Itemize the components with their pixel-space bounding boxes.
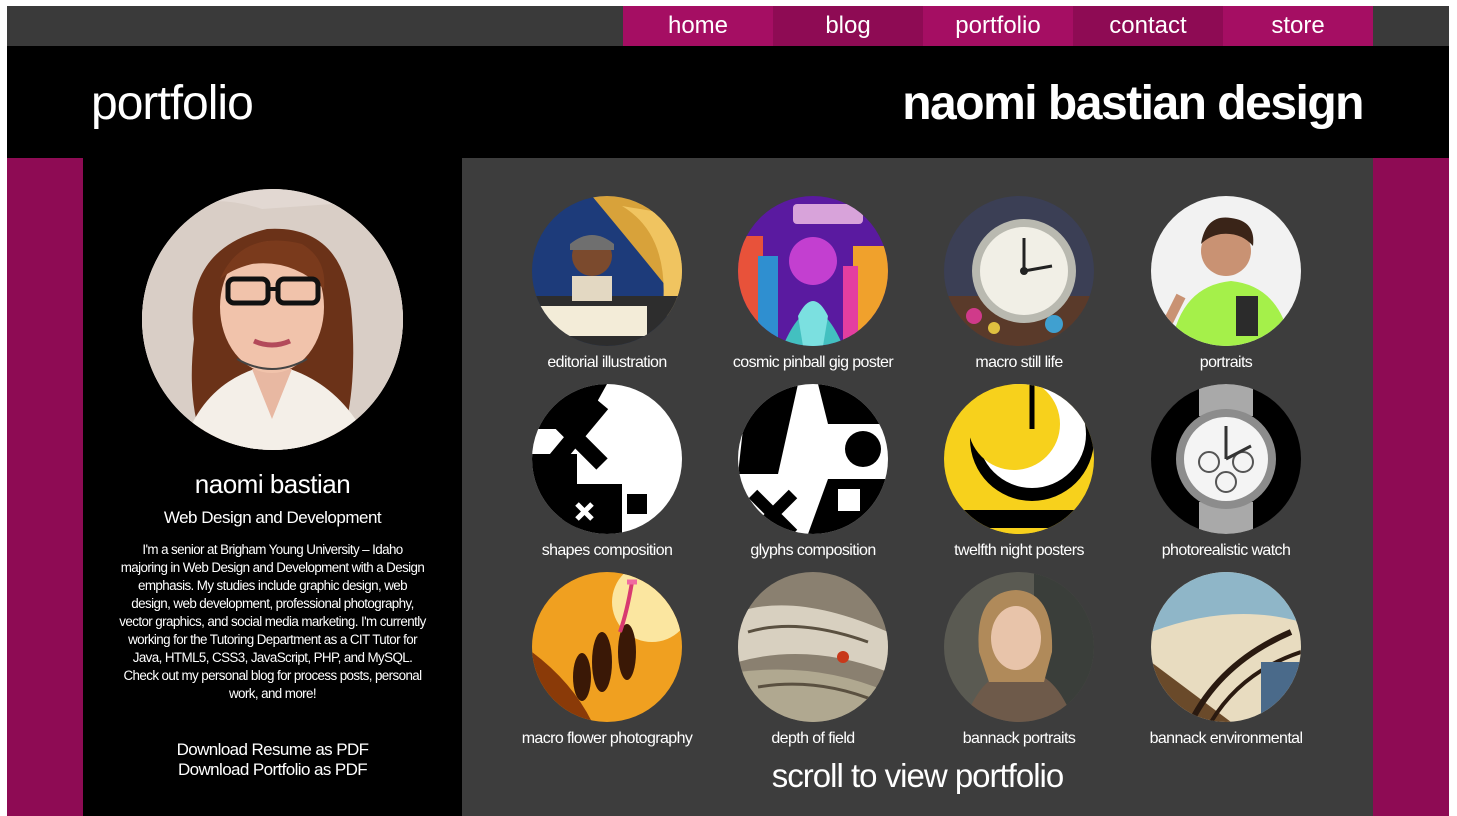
profile-photo xyxy=(142,189,403,450)
profile-panel: naomi bastian Web Design and Development… xyxy=(83,158,462,816)
caption-shapes-composition[interactable]: shapes composition xyxy=(504,542,710,560)
nav-store[interactable]: store xyxy=(1223,6,1373,46)
thumb-bannack-portraits[interactable] xyxy=(944,572,1094,722)
scroll-hint: scroll to view portfolio xyxy=(771,757,1064,794)
caption-bannack-portraits[interactable]: bannack portraits xyxy=(916,730,1122,748)
nav-portfolio[interactable]: portfolio xyxy=(923,6,1073,46)
caption-macro-flower-photography[interactable]: macro flower photography xyxy=(504,730,710,748)
thumb-glyphs-composition[interactable] xyxy=(738,384,888,534)
portfolio-gallery: editorial illustration cosmic pinball gi… xyxy=(462,158,1373,816)
nav-contact[interactable]: contact xyxy=(1073,6,1223,46)
nav-home[interactable]: home xyxy=(623,6,773,46)
main-nav: home blog portfolio contact store xyxy=(623,6,1373,46)
caption-twelfth-night-posters[interactable]: twelfth night posters xyxy=(916,542,1122,560)
thumb-twelfth-night-posters[interactable] xyxy=(944,384,1094,534)
caption-glyphs-composition[interactable]: glyphs composition xyxy=(710,542,916,560)
nav-blog[interactable]: blog xyxy=(773,6,923,46)
download-portfolio-link[interactable]: Download Portfolio as PDF xyxy=(83,760,462,780)
thumb-macro-flower-photography[interactable] xyxy=(532,572,682,722)
caption-cosmic-pinball-poster[interactable]: cosmic pinball gig poster xyxy=(710,354,916,372)
right-accent-band xyxy=(1373,158,1449,816)
caption-portraits[interactable]: portraits xyxy=(1123,354,1329,372)
thumb-depth-of-field[interactable] xyxy=(738,572,888,722)
profile-bio: I'm a senior at Brigham Young University… xyxy=(119,542,426,701)
top-bar: home blog portfolio contact store xyxy=(7,6,1449,46)
page-frame: home blog portfolio contact store portfo… xyxy=(7,6,1449,816)
profile-name: naomi bastian xyxy=(194,469,351,499)
caption-depth-of-field[interactable]: depth of field xyxy=(710,730,916,748)
page-heading: portfolio xyxy=(91,77,254,130)
caption-photorealistic-watch[interactable]: photorealistic watch xyxy=(1123,542,1329,560)
thumb-portraits[interactable] xyxy=(1151,196,1301,346)
left-accent-band xyxy=(7,158,83,816)
caption-bannack-environmental[interactable]: bannack environmental xyxy=(1123,730,1329,748)
thumb-bannack-environmental[interactable] xyxy=(1151,572,1301,722)
caption-editorial-illustration[interactable]: editorial illustration xyxy=(504,354,710,372)
thumb-shapes-composition[interactable] xyxy=(532,384,682,534)
header: portfolio naomi bastian design xyxy=(7,46,1449,158)
thumb-photorealistic-watch[interactable] xyxy=(1151,384,1301,534)
profile-role: Web Design and Development xyxy=(163,508,382,527)
caption-macro-still-life[interactable]: macro still life xyxy=(916,354,1122,372)
download-resume-link[interactable]: Download Resume as PDF xyxy=(83,740,462,760)
site-title[interactable]: naomi bastian design xyxy=(902,76,1364,131)
thumb-macro-still-life[interactable] xyxy=(944,196,1094,346)
thumb-cosmic-pinball-poster[interactable] xyxy=(738,196,888,346)
thumb-editorial-illustration[interactable] xyxy=(532,196,682,346)
